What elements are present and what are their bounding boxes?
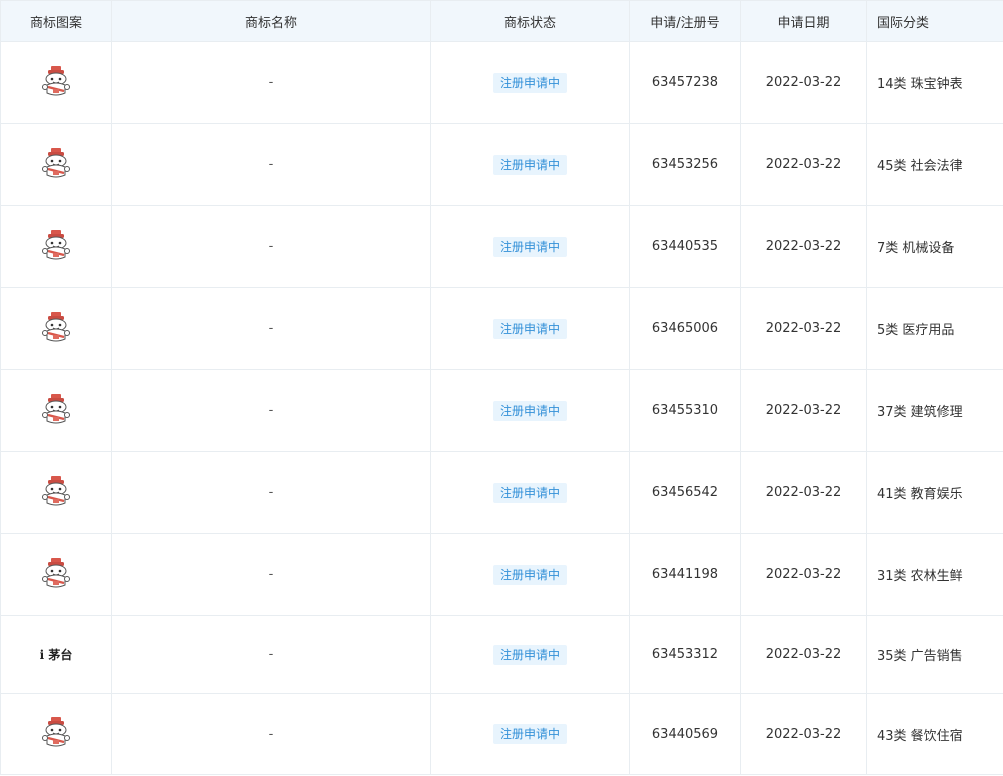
- table-header-row: 商标图案 商标名称 商标状态 申请/注册号 申请日期 国际分类: [0, 0, 1003, 42]
- trademark-pattern-cell: [0, 205, 112, 288]
- trademark-status-cell: 注册申请中: [430, 615, 630, 694]
- header-date: 申请日期: [740, 0, 867, 42]
- status-badge: 注册申请中: [492, 564, 567, 585]
- trademark-status-cell: 注册申请中: [430, 41, 630, 124]
- international-class-cell: 5类 医疗用品: [866, 287, 1003, 370]
- table-row[interactable]: - 注册申请中 63457238 2022-03-22 14类 珠宝钟表: [0, 41, 1003, 124]
- status-badge: 注册申请中: [492, 72, 567, 93]
- trademark-text-logo: i 茅台: [39, 648, 73, 662]
- mascot-logo-icon: [39, 228, 73, 262]
- international-class-cell: 14类 珠宝钟表: [866, 41, 1003, 124]
- international-class-cell: 7类 机械设备: [866, 205, 1003, 288]
- registration-number-cell: 63453256: [629, 123, 741, 206]
- mascot-logo-icon: [39, 715, 73, 749]
- header-status: 商标状态: [430, 0, 630, 42]
- trademark-name-cell: -: [111, 533, 431, 616]
- mascot-logo-icon: [39, 392, 73, 426]
- table-row[interactable]: - 注册申请中 63455310 2022-03-22 37类 建筑修理: [0, 369, 1003, 452]
- status-badge: 注册申请中: [492, 154, 567, 175]
- registration-number-cell: 63440569: [629, 693, 741, 775]
- header-pattern: 商标图案: [0, 0, 112, 42]
- trademark-table: 商标图案 商标名称 商标状态 申请/注册号 申请日期 国际分类 - 注册申请中 63…: [0, 0, 1003, 775]
- trademark-name-cell: -: [111, 287, 431, 370]
- header-name: 商标名称: [111, 0, 431, 42]
- table-row[interactable]: - 注册申请中 63440569 2022-03-22 43类 餐饮住宿: [0, 693, 1003, 775]
- registration-number-cell: 63457238: [629, 41, 741, 124]
- table-row[interactable]: - 注册申请中 63465006 2022-03-22 5类 医疗用品: [0, 287, 1003, 370]
- header-class: 国际分类: [866, 0, 1003, 42]
- registration-number-cell: 63456542: [629, 451, 741, 534]
- trademark-status-cell: 注册申请中: [430, 123, 630, 206]
- table-row[interactable]: - 注册申请中 63456542 2022-03-22 41类 教育娱乐: [0, 451, 1003, 534]
- application-date-cell: 2022-03-22: [740, 451, 867, 534]
- table-row[interactable]: - 注册申请中 63453256 2022-03-22 45类 社会法律: [0, 123, 1003, 206]
- trademark-status-cell: 注册申请中: [430, 369, 630, 452]
- header-regno: 申请/注册号: [629, 0, 741, 42]
- application-date-cell: 2022-03-22: [740, 41, 867, 124]
- trademark-name-cell: -: [111, 41, 431, 124]
- status-badge: 注册申请中: [492, 236, 567, 257]
- trademark-pattern-cell: [0, 451, 112, 534]
- trademark-pattern-cell: [0, 41, 112, 124]
- application-date-cell: 2022-03-22: [740, 693, 867, 775]
- status-badge: 注册申请中: [492, 318, 567, 339]
- international-class-cell: 45类 社会法律: [866, 123, 1003, 206]
- application-date-cell: 2022-03-22: [740, 615, 867, 694]
- international-class-cell: 37类 建筑修理: [866, 369, 1003, 452]
- trademark-pattern-cell: [0, 369, 112, 452]
- status-badge: 注册申请中: [492, 644, 567, 665]
- registration-number-cell: 63455310: [629, 369, 741, 452]
- table-row[interactable]: - 注册申请中 63440535 2022-03-22 7类 机械设备: [0, 205, 1003, 288]
- mascot-logo-icon: [39, 556, 73, 590]
- international-class-cell: 41类 教育娱乐: [866, 451, 1003, 534]
- mascot-logo-icon: [39, 474, 73, 508]
- application-date-cell: 2022-03-22: [740, 287, 867, 370]
- international-class-cell: 31类 农林生鲜: [866, 533, 1003, 616]
- trademark-pattern-cell: [0, 123, 112, 206]
- trademark-name-cell: -: [111, 693, 431, 775]
- trademark-pattern-cell: [0, 533, 112, 616]
- application-date-cell: 2022-03-22: [740, 205, 867, 288]
- registration-number-cell: 63440535: [629, 205, 741, 288]
- trademark-status-cell: 注册申请中: [430, 287, 630, 370]
- trademark-status-cell: 注册申请中: [430, 205, 630, 288]
- application-date-cell: 2022-03-22: [740, 123, 867, 206]
- trademark-pattern-cell: [0, 693, 112, 775]
- international-class-cell: 35类 广告销售: [866, 615, 1003, 694]
- international-class-cell: 43类 餐饮住宿: [866, 693, 1003, 775]
- mascot-logo-icon: [39, 64, 73, 98]
- application-date-cell: 2022-03-22: [740, 533, 867, 616]
- status-badge: 注册申请中: [492, 724, 567, 744]
- status-badge: 注册申请中: [492, 400, 567, 421]
- registration-number-cell: 63465006: [629, 287, 741, 370]
- trademark-status-cell: 注册申请中: [430, 533, 630, 616]
- status-badge: 注册申请中: [492, 482, 567, 503]
- trademark-name-cell: -: [111, 369, 431, 452]
- application-date-cell: 2022-03-22: [740, 369, 867, 452]
- table-row[interactable]: - 注册申请中 63441198 2022-03-22 31类 农林生鲜: [0, 533, 1003, 616]
- trademark-name-cell: -: [111, 123, 431, 206]
- trademark-pattern-cell: [0, 287, 112, 370]
- mascot-logo-icon: [39, 146, 73, 180]
- table-row[interactable]: i 茅台 - 注册申请中 63453312 2022-03-22 35类 广告销售: [0, 615, 1003, 694]
- trademark-pattern-cell: i 茅台: [0, 615, 112, 694]
- trademark-status-cell: 注册申请中: [430, 451, 630, 534]
- trademark-name-cell: -: [111, 205, 431, 288]
- mascot-logo-icon: [39, 310, 73, 344]
- registration-number-cell: 63441198: [629, 533, 741, 616]
- trademark-name-cell: -: [111, 451, 431, 534]
- trademark-name-cell: -: [111, 615, 431, 694]
- trademark-status-cell: 注册申请中: [430, 693, 630, 775]
- registration-number-cell: 63453312: [629, 615, 741, 694]
